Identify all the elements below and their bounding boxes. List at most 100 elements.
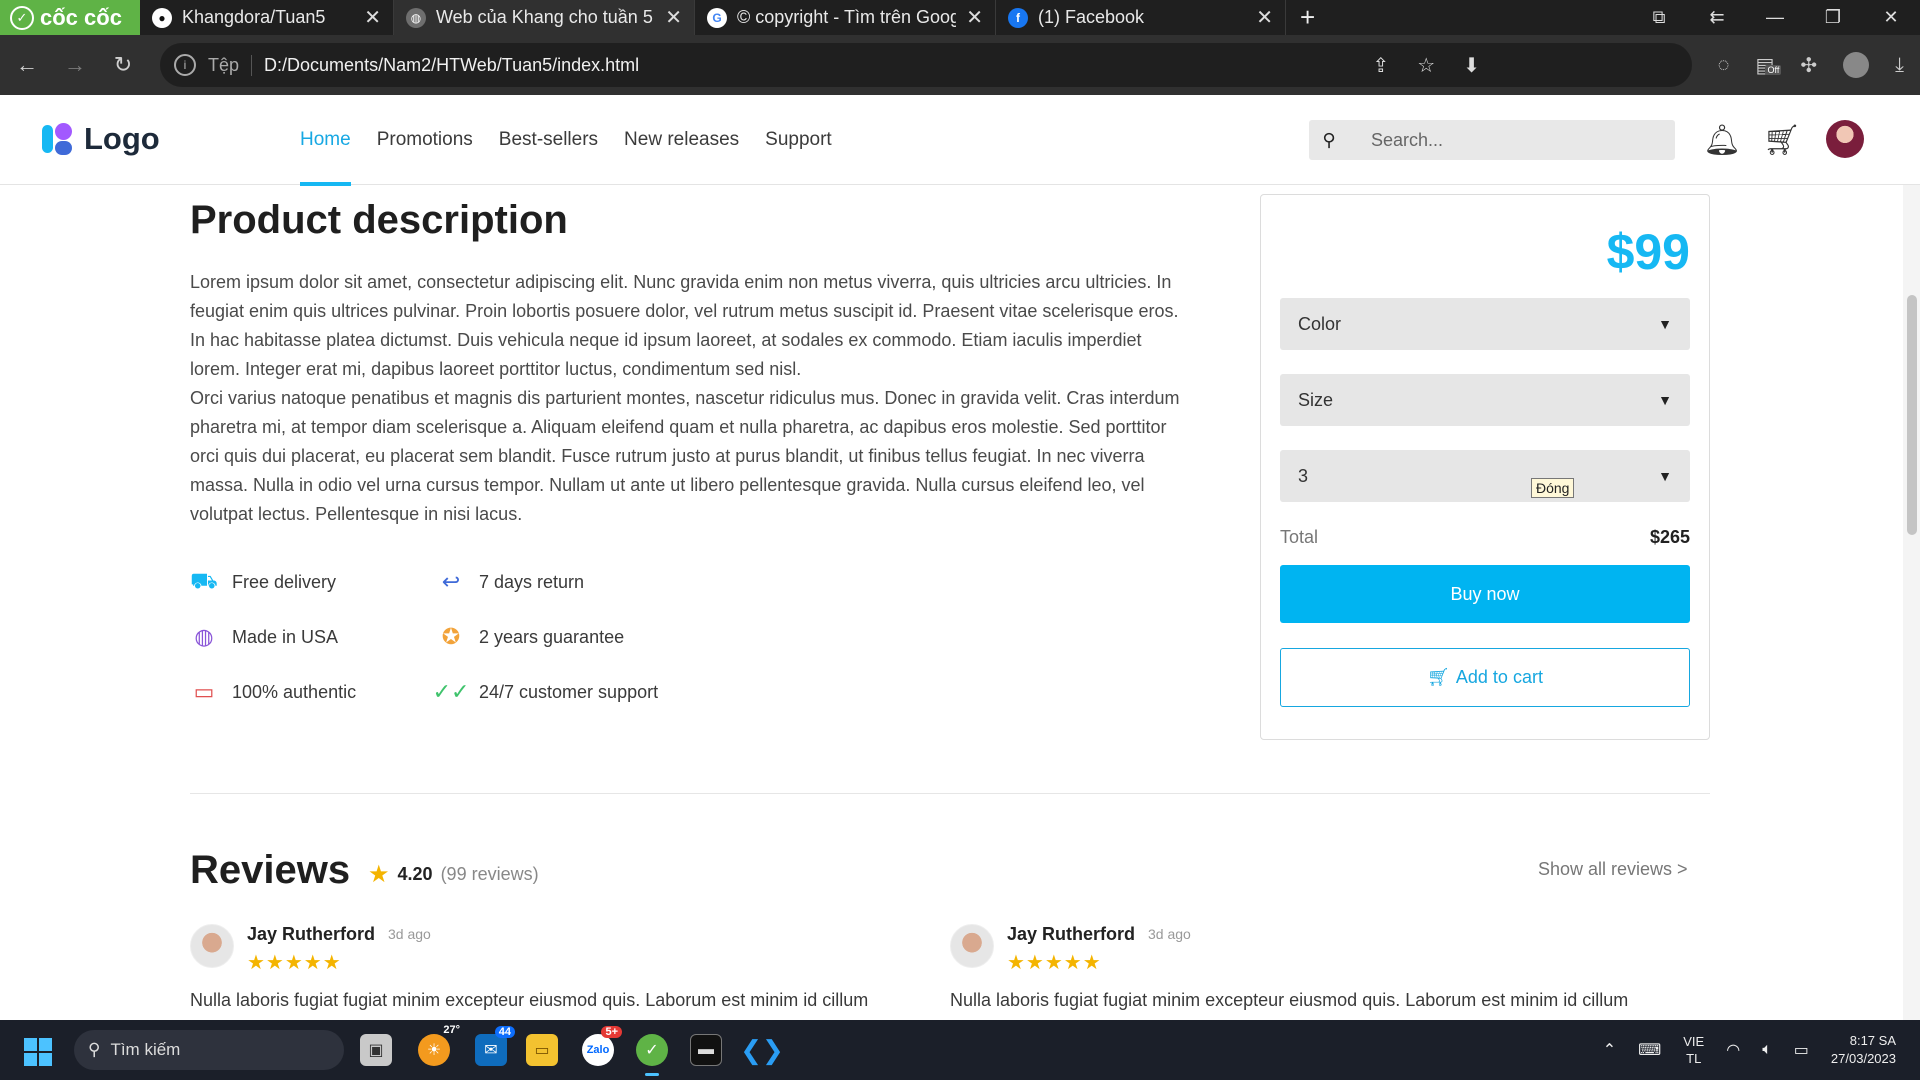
downloads-icon[interactable]: ⤓ (1895, 54, 1904, 77)
clock[interactable]: 8:17 SA 27/03/2023 (1831, 1032, 1896, 1068)
show-all-reviews-link[interactable]: Show all reviews > (1538, 859, 1688, 880)
tab-title: (1) Facebook (1038, 7, 1145, 27)
nav-best-sellers[interactable]: Best-sellers (499, 95, 598, 185)
globe-icon: ◍ (406, 7, 426, 28)
browser-address-bar: ← → ↻ i Tệp D:/Documents/Nam2/HTWeb/Tuan… (0, 35, 1920, 95)
reviews-summary: ★ 4.20 (99 reviews) (368, 860, 539, 889)
product-description-body: Lorem ipsum dolor sit amet, consectetur … (190, 268, 1190, 529)
tab-google[interactable]: G © copyright - Tìm trên Goog ✕ (695, 0, 996, 35)
chevron-up-icon[interactable]: ⌃ (1603, 1040, 1616, 1060)
share-icon[interactable]: ⇪ (1373, 53, 1390, 78)
wifi-icon[interactable]: ◠ (1726, 1040, 1740, 1060)
adblock-off-icon[interactable]: ▤Off (1755, 53, 1782, 78)
description-paragraph: Orci varius natoque penatibus et magnis … (190, 388, 1180, 524)
close-icon[interactable]: ✕ (966, 5, 983, 30)
review-time: 3d ago (388, 926, 431, 942)
tab-active-page[interactable]: ◍ Web của Khang cho tuần 5 ✕ (394, 0, 695, 35)
browser-brand[interactable]: ✓ cốc cốc (0, 0, 140, 35)
windows-taskbar: ⚲ Tìm kiếm ▣ ☀ 27° ✉ 44 ▭ Zalo 5+ ✓ ▬ ❮❯ ⌃ … (0, 1020, 1920, 1080)
total-label: Total (1280, 527, 1319, 547)
zalo-icon[interactable]: Zalo 5+ (582, 1026, 622, 1066)
lang-bottom: TL (1686, 1051, 1702, 1066)
nav-promotions[interactable]: Promotions (377, 95, 473, 185)
logo-mark-icon (40, 121, 76, 157)
keyboard-icon[interactable]: ⌨ (1638, 1040, 1661, 1060)
search-icon[interactable]: ⚲ (1309, 130, 1349, 151)
browser-tab-bar: ✓ cốc cốc ● Khangdora/Tuan5 ✕ ◍ Web của … (0, 0, 1920, 35)
close-icon[interactable]: ✕ (1256, 5, 1273, 30)
feature-authentic: ▭ 100% authentic (190, 677, 437, 707)
vscode-icon[interactable]: ❮❯ (740, 1034, 784, 1066)
feature-label: Made in USA (232, 626, 339, 647)
site-logo[interactable]: Logo (40, 121, 160, 157)
logo-text: Logo (84, 121, 160, 156)
browser-brand-label: cốc cốc (40, 4, 122, 30)
coccoc-taskbar-icon[interactable]: ✓ (636, 1034, 668, 1076)
new-tab-button[interactable]: + (1286, 2, 1329, 33)
minimize-button[interactable]: — (1746, 7, 1804, 28)
back-icon[interactable]: ← (16, 52, 38, 78)
clock-time: 8:17 SA (1849, 1033, 1896, 1048)
color-select[interactable]: Color ▼ (1280, 298, 1690, 350)
size-select[interactable]: Size ▼ (1280, 374, 1690, 426)
reload-icon[interactable]: ↻ (112, 52, 134, 78)
user-avatar[interactable] (1826, 120, 1864, 158)
maximize-button[interactable]: ❐ (1804, 7, 1862, 28)
window-controls: ⧉ ⇇ — ❐ ✕ (1630, 7, 1920, 28)
tab-title: Khangdora/Tuan5 (182, 7, 326, 27)
extensions-puzzle-icon[interactable]: ✣ (1800, 53, 1817, 78)
buy-now-button[interactable]: Buy now (1280, 565, 1690, 623)
screenshot-icon[interactable]: ⧉ (1630, 7, 1688, 28)
reviewer-name: Jay Rutherford (247, 924, 376, 944)
tab-search-icon[interactable]: ⇇ (1688, 7, 1746, 28)
windows-start-button[interactable] (24, 1038, 52, 1066)
profile-avatar[interactable] (1843, 52, 1870, 78)
battery-icon[interactable]: ▭ (1794, 1040, 1809, 1060)
weather-icon[interactable]: ☀ 27° (418, 1024, 460, 1066)
file-explorer-icon[interactable]: ▭ (526, 1034, 558, 1066)
add-to-cart-label: Add to cart (1455, 667, 1543, 687)
page-scrollbar[interactable] (1903, 185, 1920, 1020)
terminal-icon[interactable]: ▬ (690, 1034, 722, 1066)
close-icon[interactable]: ✕ (364, 5, 381, 30)
truck-icon: ⛟ (190, 567, 218, 593)
scrollbar-thumb[interactable] (1907, 295, 1917, 535)
cart-icon[interactable]: 🛒︎ (1763, 123, 1801, 158)
search-input[interactable] (1349, 129, 1649, 151)
bell-icon[interactable]: 🔔︎ (1703, 123, 1741, 158)
nav-new-releases[interactable]: New releases (624, 95, 739, 185)
nav-support[interactable]: Support (765, 95, 832, 185)
url-scheme-label: Tệp (208, 54, 253, 76)
input-language[interactable]: VIE TL (1683, 1033, 1704, 1067)
volume-icon[interactable]: 🔈︎ (1762, 1041, 1772, 1059)
close-icon[interactable]: ✕ (665, 5, 682, 30)
add-to-cart-button[interactable]: 🛒︎ Add to cart (1280, 648, 1690, 707)
info-icon[interactable]: i (174, 54, 196, 76)
url-text[interactable]: D:/Documents/Nam2/HTWeb/Tuan5/index.html (264, 55, 639, 76)
quantity-select[interactable]: 3 ▼ (1280, 450, 1690, 502)
product-description-title: Product description (190, 198, 568, 242)
bookmark-star-icon[interactable]: ☆ (1417, 53, 1435, 78)
reviewer-avatar (190, 924, 234, 968)
review-stars: ★★★★★ (247, 952, 342, 974)
forward-icon[interactable]: → (64, 52, 86, 78)
product-price: $99 (1606, 224, 1690, 280)
sync-icon[interactable]: ◌ (1718, 54, 1730, 77)
download-page-icon[interactable]: ⬇ (1463, 53, 1480, 78)
tooltip: Đóng (1531, 478, 1575, 498)
mail-icon[interactable]: ✉ 44 (475, 1026, 515, 1066)
nav-home[interactable]: Home (300, 95, 351, 186)
feature-free-delivery: ⛟ Free delivery (190, 567, 437, 597)
site-header: Logo Home Promotions Best-sellers New re… (0, 95, 1920, 186)
task-view-icon[interactable]: ▣ (360, 1034, 392, 1066)
taskbar-search[interactable]: ⚲ Tìm kiếm (74, 1030, 344, 1070)
facebook-icon: f (1008, 7, 1028, 28)
section-divider (190, 793, 1710, 794)
feature-label: 2 years guarantee (479, 626, 625, 647)
feature-return: ↩ 7 days return (437, 567, 737, 597)
url-actions: ⇪ ☆ ⬇ (1373, 53, 1480, 78)
close-window-button[interactable]: ✕ (1862, 7, 1920, 28)
review-text: Nulla laboris fugiat fugiat minim except… (950, 990, 1629, 1010)
tab-facebook[interactable]: f (1) Facebook ✕ (996, 0, 1286, 35)
tab-github[interactable]: ● Khangdora/Tuan5 ✕ (140, 0, 394, 35)
